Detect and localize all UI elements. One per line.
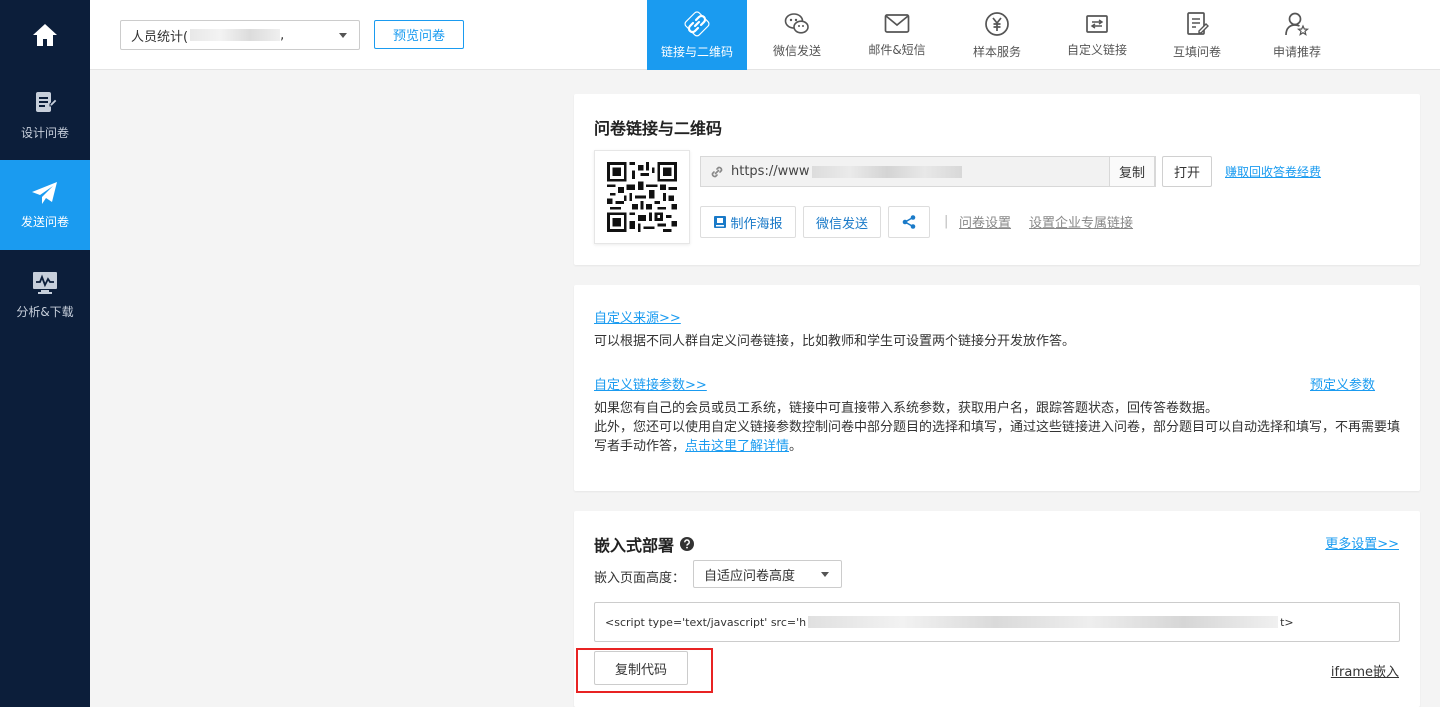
redacted-text — [808, 616, 1279, 628]
sidebar: 设计问卷 发送问卷 分析&下载 — [0, 0, 90, 707]
redacted-text — [190, 29, 281, 41]
caret-down-icon — [339, 33, 347, 38]
monitor-chart-icon — [33, 271, 57, 294]
tab-label: 链接与二维码 — [660, 44, 733, 59]
redacted-text — [811, 165, 962, 178]
tab-wechat-send[interactable]: 微信发送 — [747, 0, 847, 70]
sidebar-item-label: 分析&下载 — [16, 304, 74, 319]
earn-funds-link[interactable]: 赚取回收答卷经费 — [1225, 163, 1321, 180]
custom-source-desc: 可以根据不同人群自定义问卷链接，比如教师和学生可设置两个链接分开发放作答。 — [594, 334, 1076, 349]
sidebar-item-label: 设计问卷 — [20, 125, 69, 140]
tab-sample-service[interactable]: 样本服务 — [947, 0, 1047, 70]
sidebar-item-analysis[interactable]: 分析&下载 — [0, 250, 90, 340]
enterprise-link[interactable]: 设置企业专属链接 — [1029, 212, 1133, 231]
sidebar-item-design[interactable]: 设计问卷 — [0, 70, 90, 160]
link-icon — [684, 10, 710, 36]
separator: | — [944, 214, 949, 229]
caret-down-icon — [821, 572, 829, 577]
tab-label: 样本服务 — [972, 44, 1021, 59]
custom-source-link[interactable]: 自定义来源>> — [594, 307, 681, 326]
yen-icon — [985, 11, 1009, 36]
embed-code-start: <script type='text/javascript' src='h — [605, 615, 807, 629]
custom-params-desc: 如果您有自己的会员或员工系统，链接中可直接带入系统参数，获取用户名，跟踪答题状态… — [594, 401, 1219, 416]
highlight-box — [576, 648, 713, 693]
custom-link-card: 自定义来源>> 可以根据不同人群自定义问卷链接，比如教师和学生可设置两个链接分开… — [574, 285, 1420, 491]
link-qrcode-card: 问卷链接与二维码 https://www 复制 打开 赚取回收答卷经费 制作海报… — [574, 94, 1420, 265]
height-label: 嵌入页面高度： — [594, 571, 686, 586]
top-bar: 人员统计( , 预览问卷 链接与二维码 微信发送 邮件&短信 样本服务 自定义链… — [90, 0, 1440, 70]
sidebar-item-send[interactable]: 发送问卷 — [0, 160, 90, 250]
tab-mail-sms[interactable]: 邮件&短信 — [847, 0, 947, 70]
sidebar-item-label: 发送问卷 — [20, 214, 69, 229]
link-icon — [711, 166, 723, 177]
tab-apply-recommend[interactable]: 申请推荐 — [1247, 0, 1347, 70]
height-select-value: 自适应问卷高度 — [704, 568, 796, 584]
mutual-fill-icon — [1187, 11, 1209, 35]
tab-label: 申请推荐 — [1272, 44, 1321, 59]
copy-link-button[interactable]: 复制 — [1109, 156, 1155, 187]
home-button[interactable] — [0, 0, 90, 70]
custom-params-desc-2: 此外，您还可以使用自定义链接参数控制问卷中部分题目的选择和填写，通过这些链接进入… — [594, 418, 1404, 456]
wechat-icon — [784, 12, 809, 34]
share-icon — [902, 215, 916, 229]
make-poster-button[interactable]: 制作海报 — [700, 206, 796, 238]
share-button[interactable] — [888, 206, 930, 238]
home-icon — [33, 24, 57, 46]
embed-code-end: t> — [1280, 615, 1294, 629]
survey-select-value: 人员统计( — [131, 29, 189, 45]
preview-survey-button[interactable]: 预览问卷 — [374, 20, 464, 49]
custom-link-icon — [1086, 14, 1108, 33]
predefined-params-link[interactable]: 预定义参数 — [1310, 374, 1375, 393]
qr-code[interactable] — [594, 150, 690, 244]
period: 。 — [789, 439, 803, 454]
send-method-tabs: 链接与二维码 微信发送 邮件&短信 样本服务 自定义链接 互填问卷 申请推荐 — [647, 0, 1347, 70]
poster-icon — [714, 216, 727, 228]
qr-code-image — [607, 162, 677, 232]
tab-label: 微信发送 — [772, 43, 821, 58]
make-poster-label: 制作海报 — [730, 216, 783, 232]
survey-url-text: https://www — [731, 164, 810, 179]
survey-settings-link[interactable]: 问卷设置 — [959, 212, 1011, 231]
survey-select[interactable]: 人员统计( , — [120, 20, 360, 50]
open-link-button[interactable]: 打开 — [1162, 156, 1212, 187]
card-title: 嵌入式部署 — [594, 536, 675, 555]
card-title: 问卷链接与二维码 — [594, 119, 723, 138]
embed-code-box[interactable]: <script type='text/javascript' src='h t> — [594, 602, 1400, 642]
tab-label: 邮件&短信 — [868, 42, 926, 57]
embed-height-select[interactable]: 自适应问卷高度 — [693, 560, 842, 588]
tab-custom-link[interactable]: 自定义链接 — [1047, 0, 1147, 70]
mail-icon — [884, 13, 910, 33]
wechat-send-button[interactable]: 微信发送 — [803, 206, 881, 238]
user-star-icon — [1285, 12, 1310, 36]
more-settings-link[interactable]: 更多设置>> — [1325, 533, 1399, 552]
custom-params-link[interactable]: 自定义链接参数>> — [594, 374, 707, 393]
details-link[interactable]: 点击这里了解详情 — [685, 439, 789, 454]
help-icon[interactable] — [680, 537, 694, 551]
iframe-embed-link[interactable]: iframe嵌入 — [1331, 661, 1399, 680]
tab-label: 自定义链接 — [1066, 42, 1127, 57]
tab-mutual-fill[interactable]: 互填问卷 — [1147, 0, 1247, 70]
tab-label: 互填问卷 — [1172, 44, 1221, 59]
survey-select-suffix: , — [280, 27, 285, 43]
tab-link-qrcode[interactable]: 链接与二维码 — [647, 0, 747, 70]
paper-plane-icon — [32, 181, 57, 204]
edit-doc-icon — [36, 91, 57, 112]
survey-url-field[interactable]: https://www 复制 — [700, 156, 1156, 187]
